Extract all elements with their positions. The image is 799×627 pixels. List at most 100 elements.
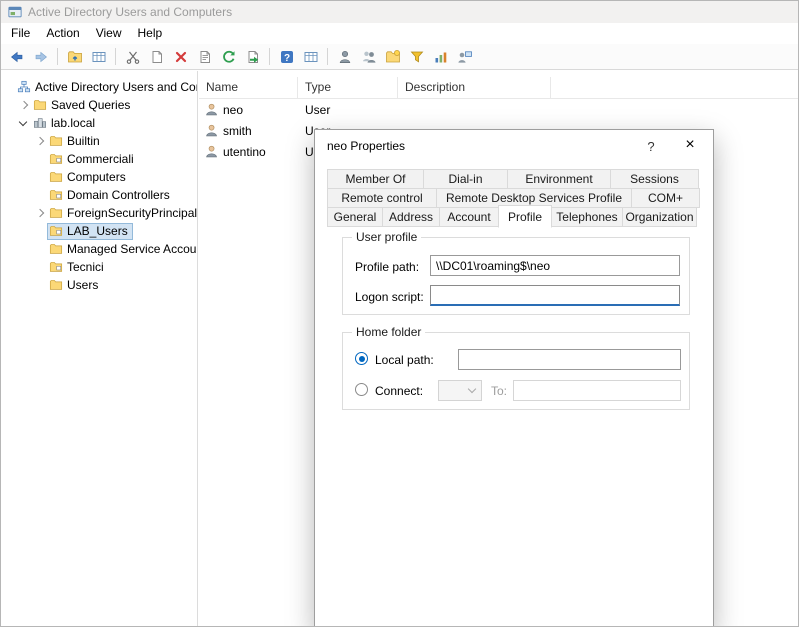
tree-item-label: Computers [67, 170, 126, 184]
menubar: FileActionViewHelp [1, 23, 798, 44]
dialog-close-button[interactable]: × [679, 135, 701, 155]
forward-button[interactable] [29, 46, 52, 68]
scissors-icon [125, 49, 141, 65]
toolbar-separator [57, 48, 58, 65]
tab-remote-control[interactable]: Remote control [327, 188, 437, 208]
tab-organization[interactable]: Organization [622, 207, 697, 227]
expander-icon [35, 225, 45, 237]
folder-plain-icon [49, 242, 63, 256]
menu-help[interactable]: Help [130, 23, 171, 44]
expander-icon[interactable] [19, 99, 29, 111]
tree-item-builtin[interactable]: Builtin [1, 132, 197, 150]
export-list-button[interactable] [241, 46, 264, 68]
connect-label: Connect: [375, 384, 423, 398]
tree-item-computers[interactable]: Computers [1, 168, 197, 186]
tree-item-saved-queries[interactable]: Saved Queries [1, 96, 197, 114]
user-name: neo [223, 103, 243, 117]
tab-sessions[interactable]: Sessions [610, 169, 699, 189]
mmc-app-icon [8, 5, 22, 19]
tree-item-active-directory-users-and-computers[interactable]: Active Directory Users and Computers [1, 78, 197, 96]
chart-button[interactable] [429, 46, 452, 68]
domain-icon [33, 116, 47, 130]
tree-item-highlight: Domain Controllers [47, 187, 175, 204]
logon-script-input[interactable] [430, 285, 680, 306]
column-header-description[interactable]: Description [398, 77, 551, 98]
tree-item-foreignsecurityprincipals[interactable]: ForeignSecurityPrincipals [1, 204, 197, 222]
tree-item-label: Tecnici [67, 260, 104, 274]
tab-com[interactable]: COM+ [631, 188, 700, 208]
delegation-button[interactable] [453, 46, 476, 68]
up-one-level-button[interactable] [63, 46, 86, 68]
tree-item-lab-users[interactable]: LAB_Users [1, 222, 197, 240]
profile-path-input[interactable] [430, 255, 680, 276]
show-console-tree-button[interactable] [87, 46, 110, 68]
local-path-radio[interactable] [355, 352, 368, 365]
tab-general[interactable]: General [327, 207, 383, 227]
local-path-input[interactable] [458, 349, 681, 370]
tree-item-domain-controllers[interactable]: Domain Controllers [1, 186, 197, 204]
cut-button[interactable] [121, 46, 144, 68]
new-ou-button[interactable] [381, 46, 404, 68]
to-input[interactable] [513, 380, 681, 401]
tree-item-tecnici[interactable]: Tecnici [1, 258, 197, 276]
folder-plain-icon [49, 206, 63, 220]
tab-environment[interactable]: Environment [507, 169, 611, 189]
arrow-left-icon [9, 49, 25, 65]
tree-item-highlight: Active Directory Users and Computers [15, 79, 198, 96]
group-add-icon [361, 49, 377, 65]
window-title: Active Directory Users and Computers [28, 5, 232, 19]
directory-icon [17, 80, 31, 94]
filter-button[interactable] [405, 46, 428, 68]
person-add-icon [337, 49, 353, 65]
type-cell: User [298, 103, 398, 117]
new-group-button[interactable] [357, 46, 380, 68]
help-button[interactable]: ? [275, 46, 298, 68]
refresh-button[interactable] [217, 46, 240, 68]
tree-item-highlight: Builtin [47, 133, 105, 150]
toolbar-separator [115, 48, 116, 65]
delete-button[interactable] [169, 46, 192, 68]
tree-item-label: Active Directory Users and Computers [35, 80, 198, 94]
tab-telephones[interactable]: Telephones [551, 207, 623, 227]
list-header: NameTypeDescription [199, 77, 798, 99]
refresh-icon [221, 49, 237, 65]
home-folder-group-label: Home folder [352, 325, 425, 339]
tree-item-lab-local[interactable]: lab.local [1, 114, 197, 132]
folder-plain-icon [33, 98, 47, 112]
menu-view[interactable]: View [88, 23, 130, 44]
tab-address[interactable]: Address [382, 207, 440, 227]
tab-account[interactable]: Account [439, 207, 499, 227]
user-name: utentino [223, 145, 266, 159]
menu-action[interactable]: Action [38, 23, 87, 44]
tab-dial-in[interactable]: Dial-in [423, 169, 508, 189]
expander-icon[interactable] [35, 135, 45, 147]
tab-member-of[interactable]: Member Of [327, 169, 424, 189]
tab-profile[interactable]: Profile [498, 205, 552, 228]
tree-item-users[interactable]: Users [1, 276, 197, 294]
connect-radio[interactable] [355, 383, 368, 396]
back-button[interactable] [5, 46, 28, 68]
list-row-neo[interactable]: neo User [199, 99, 798, 120]
expander-icon [35, 171, 45, 183]
tree-item-commerciali[interactable]: Commerciali [1, 150, 197, 168]
name-cell: utentino [199, 145, 298, 159]
expander-icon[interactable] [19, 117, 29, 129]
toolbar-separator [269, 48, 270, 65]
tree-item-highlight: Commerciali [47, 151, 139, 168]
arrow-right-icon [33, 49, 49, 65]
folder-ou-icon [49, 188, 63, 202]
drive-letter-select[interactable] [438, 380, 482, 401]
new-user-button[interactable] [333, 46, 356, 68]
dialog-help-button[interactable]: ? [641, 137, 661, 155]
tree-item-label: ForeignSecurityPrincipals [67, 206, 198, 220]
tree-item-label: Commerciali [67, 152, 134, 166]
name-cell: neo [199, 103, 298, 117]
view-options-button[interactable] [299, 46, 322, 68]
tree-item-managed-service-accounts[interactable]: Managed Service Accounts [1, 240, 197, 258]
copy-button[interactable] [145, 46, 168, 68]
expander-icon[interactable] [35, 207, 45, 219]
column-header-type[interactable]: Type [298, 77, 398, 98]
column-header-name[interactable]: Name [199, 77, 298, 98]
menu-file[interactable]: File [3, 23, 38, 44]
properties-button[interactable] [193, 46, 216, 68]
